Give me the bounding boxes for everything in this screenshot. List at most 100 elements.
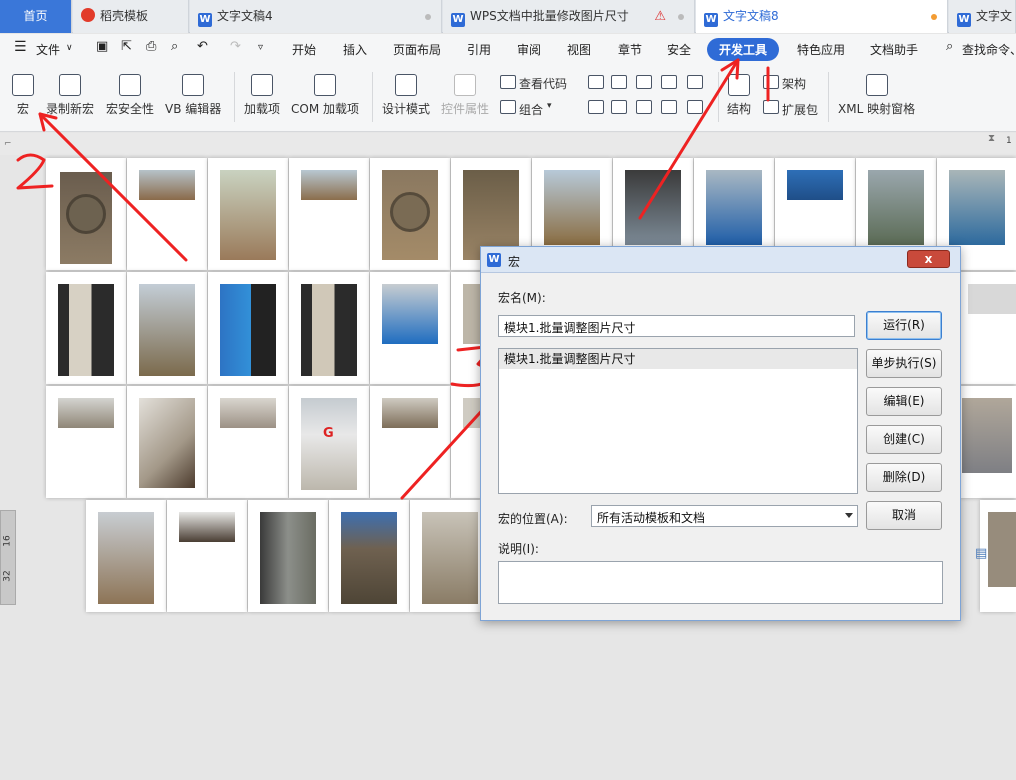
tab-doc-partial[interactable]: W 文字文 <box>949 0 1016 33</box>
page[interactable] <box>127 158 207 270</box>
page[interactable] <box>208 386 288 498</box>
com-addins-button[interactable]: COM 加载项 <box>291 74 359 117</box>
date-picker-icon[interactable] <box>636 100 652 114</box>
quick-access-dropdown-icon[interactable]: ▿ <box>258 42 263 53</box>
page[interactable] <box>208 272 288 384</box>
menu-layout[interactable]: 页面布局 <box>393 41 441 58</box>
page[interactable] <box>451 386 481 498</box>
page[interactable]: G <box>289 386 369 498</box>
indent-marker-icon[interactable]: ⧗ <box>988 133 995 144</box>
tab-wps-batch[interactable]: W WPS文档中批量修改图片尺寸 ⚠ <box>443 0 695 33</box>
page[interactable] <box>370 158 450 270</box>
unsaved-dot-icon[interactable] <box>931 14 937 20</box>
view-code-button[interactable]: 查看代码 <box>519 75 567 92</box>
undo-icon[interactable]: ↶ <box>197 39 208 54</box>
page[interactable] <box>289 272 369 384</box>
close-dot-icon[interactable] <box>678 14 684 20</box>
page[interactable] <box>451 272 481 384</box>
schema-button[interactable]: 架构 <box>782 75 806 92</box>
page[interactable] <box>167 500 247 612</box>
search-icon[interactable]: ⌕ <box>946 39 953 54</box>
tab-doc-partial-label: 文字文 <box>976 9 1013 23</box>
menu-review[interactable]: 审阅 <box>517 41 541 58</box>
photo <box>382 284 438 344</box>
tab-doc4[interactable]: W 文字文稿4 <box>190 0 442 33</box>
menu-start[interactable]: 开始 <box>292 41 316 58</box>
run-button[interactable]: 运行(R) <box>866 311 942 340</box>
print-preview-icon[interactable]: ⌕ <box>171 39 178 54</box>
page[interactable] <box>329 500 409 612</box>
macro-security-button[interactable]: 宏安全性 <box>106 74 154 117</box>
record-macro-button[interactable]: 录制新宏 <box>46 74 94 117</box>
page[interactable] <box>86 500 166 612</box>
edit-button[interactable]: 编辑(E) <box>866 387 942 416</box>
photo <box>544 170 600 245</box>
macro-name-input[interactable]: 模块1.批量调整图片尺寸 <box>498 315 855 337</box>
save-icon[interactable]: ▣ <box>96 39 108 54</box>
file-menu[interactable]: 文件 <box>36 41 60 58</box>
step-into-button[interactable]: 单步执行(S) <box>866 349 942 378</box>
page[interactable] <box>960 272 1016 384</box>
export-icon[interactable]: ⇱ <box>121 39 132 54</box>
design-mode-button[interactable]: 设计模式 <box>382 74 430 117</box>
hamburger-icon[interactable]: ☰ <box>14 39 27 55</box>
page[interactable] <box>960 386 1016 498</box>
text-control-icon[interactable] <box>588 75 604 89</box>
redo-icon[interactable]: ↷ <box>230 39 241 54</box>
page[interactable] <box>46 272 126 384</box>
page[interactable] <box>127 386 207 498</box>
menu-developer[interactable]: 开发工具 <box>707 38 780 61</box>
command-search[interactable]: 查找命令、 <box>962 41 1016 58</box>
rich-text-control-icon[interactable] <box>611 75 627 89</box>
close-dot-icon[interactable] <box>425 14 431 20</box>
tab-doc8[interactable]: W 文字文稿8 <box>696 0 948 33</box>
vb-editor-button[interactable]: VB 编辑器 <box>165 74 221 117</box>
menu-chapter[interactable]: 章节 <box>618 41 642 58</box>
page[interactable] <box>46 386 126 498</box>
tab-stop-icon[interactable]: ⌐ <box>4 139 12 149</box>
menu-reference[interactable]: 引用 <box>467 41 491 58</box>
menu-security[interactable]: 安全 <box>667 41 691 58</box>
picture-control-icon[interactable] <box>636 75 652 89</box>
print-icon[interactable]: ⎙ <box>146 39 156 54</box>
close-button[interactable]: x <box>907 250 950 268</box>
structure-button[interactable]: 结构 <box>727 74 751 117</box>
menu-assistant[interactable]: 文档助手 <box>870 41 918 58</box>
tab-home[interactable]: 首页 <box>0 0 72 33</box>
create-button[interactable]: 创建(C) <box>866 425 942 454</box>
combo-box-icon[interactable] <box>588 100 604 114</box>
page[interactable] <box>127 272 207 384</box>
building-block-icon[interactable] <box>661 75 677 89</box>
cancel-button[interactable]: 取消 <box>866 501 942 530</box>
macro-list[interactable]: 模块1.批量调整图片尺寸 <box>498 348 858 494</box>
page[interactable] <box>370 386 450 498</box>
menu-special[interactable]: 特色应用 <box>797 41 845 58</box>
dialog-titlebar[interactable]: W 宏 x <box>481 247 960 273</box>
legacy-tools-icon[interactable] <box>661 100 677 114</box>
tab-templates[interactable]: 稻壳模板 <box>73 0 189 33</box>
macro-button[interactable]: 宏 <box>12 74 34 117</box>
addins-button[interactable]: 加载项 <box>244 74 280 117</box>
page[interactable] <box>248 500 328 612</box>
group-button[interactable]: 组合 <box>519 101 543 118</box>
page[interactable] <box>289 158 369 270</box>
checkbox-control-icon[interactable] <box>687 75 703 89</box>
list-item[interactable]: 模块1.批量调整图片尺寸 <box>499 349 857 369</box>
com-gear-icon <box>314 74 336 96</box>
dropdown-list-icon[interactable] <box>611 100 627 114</box>
group-dropdown-icon[interactable]: ▾ <box>547 101 552 111</box>
menu-insert[interactable]: 插入 <box>343 41 367 58</box>
menu-view[interactable]: 视图 <box>567 41 591 58</box>
macro-location-select[interactable]: 所有活动模板和文档 <box>591 505 858 527</box>
page[interactable] <box>208 158 288 270</box>
photo <box>220 170 276 260</box>
control-properties-button[interactable]: 控件属性 <box>441 74 489 117</box>
repeat-control-icon[interactable] <box>687 100 703 114</box>
xml-mapping-button[interactable]: XML 映射窗格 <box>838 74 915 117</box>
expansion-pack-button[interactable]: 扩展包 <box>782 101 818 118</box>
delete-button[interactable]: 删除(D) <box>866 463 942 492</box>
chevron-down-icon[interactable]: ∨ <box>66 43 73 53</box>
page[interactable] <box>410 500 480 612</box>
page[interactable] <box>46 158 126 270</box>
page[interactable] <box>370 272 450 384</box>
